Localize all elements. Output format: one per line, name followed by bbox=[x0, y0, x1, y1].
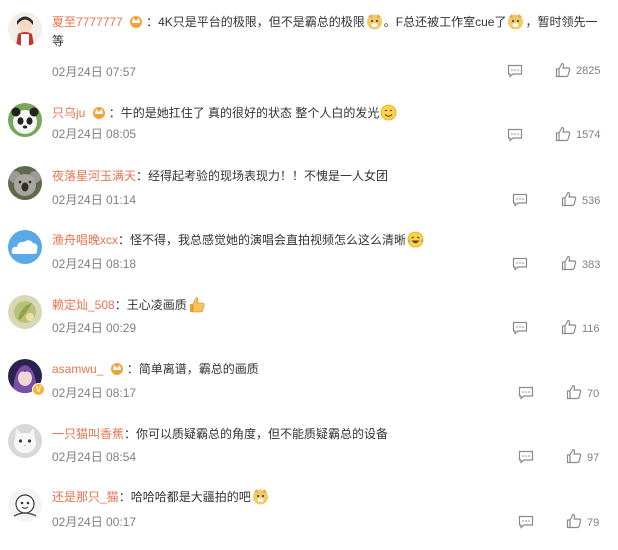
comment-date: 02月24日 08:54 bbox=[52, 450, 137, 464]
comment-username[interactable]: 赖定灿_508 bbox=[52, 298, 115, 312]
like-count: 116 bbox=[582, 323, 600, 335]
user-avatar[interactable] bbox=[8, 12, 42, 46]
comment-body: 经得起考验的现场表现力！！不愧是一人女团 bbox=[148, 169, 389, 183]
separator: ： bbox=[118, 233, 131, 247]
panda-avatar-icon bbox=[8, 103, 42, 137]
comment-date: 02月24日 00:17 bbox=[52, 515, 137, 529]
comment-body: 你可以质疑霸总的角度，但不能质疑霸总的设备 bbox=[136, 427, 389, 441]
user-avatar[interactable] bbox=[8, 424, 42, 458]
comment-date: 02月24日 08:05 bbox=[52, 127, 137, 141]
like-icon[interactable] bbox=[561, 319, 577, 335]
comment-username[interactable]: 夜落星河玉满天 bbox=[52, 169, 136, 183]
comment-text: 一只猫叫香蕉：你可以质疑霸总的角度，但不能质疑霸总的设备 bbox=[52, 425, 608, 444]
comment-date: 02月24日 01:14 bbox=[52, 193, 137, 207]
thumbs-up-emoji-icon bbox=[189, 297, 205, 313]
separator: ： bbox=[136, 169, 149, 183]
separator: ： bbox=[118, 490, 131, 504]
like-icon[interactable] bbox=[555, 126, 571, 142]
comment-body-2: 。F总还被工作室cue了 bbox=[383, 15, 507, 29]
comment-date: 02月24日 08:18 bbox=[52, 257, 137, 271]
comment-text: 只乌ju ：牛的是她扛住了 真的很好的状态 整个人白的发光 bbox=[52, 104, 608, 123]
like-icon[interactable] bbox=[561, 255, 577, 271]
cartoon-avatar-icon bbox=[8, 488, 42, 522]
comment-body: 怪不得，我总感觉她的演唱会直拍视频怎么这么清晰 bbox=[130, 233, 407, 247]
like-icon[interactable] bbox=[561, 191, 577, 207]
verified-badge-icon: V bbox=[32, 383, 45, 396]
cloud-avatar-icon bbox=[8, 230, 42, 264]
comment-text: asamwu_ ：简单离谱，霸总的画质 bbox=[52, 360, 608, 379]
koala-avatar-icon bbox=[8, 166, 42, 200]
comment-username[interactable]: 还是那只_猫 bbox=[52, 490, 119, 504]
comment-reply-icon[interactable] bbox=[507, 64, 523, 78]
user-avatar[interactable] bbox=[8, 488, 42, 522]
comment-reply-icon[interactable] bbox=[518, 515, 534, 529]
comment-body: 哈哈哈都是大疆拍的吧 bbox=[130, 490, 251, 504]
comment-body: 简单离谱，霸总的画质 bbox=[138, 362, 259, 376]
like-count: 97 bbox=[587, 452, 600, 464]
comment-username[interactable]: 渔舟唱晚xcx bbox=[52, 233, 118, 247]
comment-username[interactable]: 只乌ju bbox=[52, 106, 85, 120]
doge-emoji-icon bbox=[366, 14, 382, 30]
separator: ： bbox=[126, 362, 139, 376]
separator: ： bbox=[146, 15, 159, 29]
comment-username[interactable]: 一只猫叫香蕉 bbox=[52, 427, 124, 441]
crown-icon bbox=[110, 363, 123, 375]
comment-date: 02月24日 07:57 bbox=[52, 65, 137, 79]
comment-reply-icon[interactable] bbox=[512, 321, 528, 335]
comment-text: 夏至7777777 ：4K只是平台的极限，但不是霸总的极限 。F总还被工作室cue… bbox=[52, 13, 608, 51]
like-count: 1574 bbox=[576, 129, 601, 141]
separator: ： bbox=[114, 298, 127, 312]
comment-reply-icon[interactable] bbox=[512, 257, 528, 271]
crown-icon bbox=[92, 107, 105, 119]
like-count: 383 bbox=[582, 259, 601, 271]
crown-icon bbox=[130, 16, 143, 28]
comment-body: 王心凌画质 bbox=[126, 298, 187, 312]
like-count: 2825 bbox=[576, 65, 601, 77]
separator: ： bbox=[124, 427, 137, 441]
user-avatar[interactable] bbox=[8, 230, 42, 264]
like-count: 536 bbox=[582, 195, 601, 207]
user-avatar[interactable] bbox=[8, 166, 42, 200]
user-avatar[interactable] bbox=[8, 295, 42, 329]
comment-date: 02月24日 00:29 bbox=[52, 321, 137, 335]
comment-text: 夜落星河玉满天：经得起考验的现场表现力！！不愧是一人女团 bbox=[52, 167, 608, 186]
comment-body: 牛的是她扛住了 真的很好的状态 整个人白的发光 bbox=[120, 106, 380, 120]
comment-text: 还是那只_猫：哈哈哈都是大疆拍的吧 bbox=[52, 488, 608, 507]
smile-emoji-icon bbox=[380, 104, 397, 121]
comment-reply-icon[interactable] bbox=[518, 386, 534, 400]
cat-avatar-icon bbox=[8, 424, 42, 458]
like-icon[interactable] bbox=[566, 384, 582, 400]
user-avatar[interactable] bbox=[8, 103, 42, 137]
like-icon[interactable] bbox=[566, 448, 582, 464]
comment-username[interactable]: asamwu_ bbox=[52, 362, 103, 376]
plant-avatar-icon bbox=[8, 295, 42, 329]
like-count: 70 bbox=[587, 388, 600, 400]
laugh-cry-emoji-icon bbox=[407, 231, 424, 248]
comment-reply-icon[interactable] bbox=[512, 193, 528, 207]
comment-text: 赖定灿_508：王心凌画质 bbox=[52, 296, 608, 315]
like-icon[interactable] bbox=[566, 513, 582, 529]
like-icon[interactable] bbox=[555, 62, 571, 78]
comment-body: 4K只是平台的极限，但不是霸总的极限 bbox=[158, 15, 365, 29]
like-count: 79 bbox=[587, 517, 600, 529]
girl-avatar-icon bbox=[8, 12, 42, 46]
doge-emoji-icon bbox=[252, 489, 268, 505]
separator: ： bbox=[108, 106, 121, 120]
doge-emoji-icon bbox=[508, 14, 524, 30]
comment-text: 渔舟唱晚xcx：怪不得，我总感觉她的演唱会直拍视频怎么这么清晰 bbox=[52, 231, 608, 250]
comment-reply-icon[interactable] bbox=[507, 128, 523, 142]
comment-username[interactable]: 夏至7777777 bbox=[52, 15, 123, 29]
comment-date: 02月24日 08:17 bbox=[52, 386, 137, 400]
comment-reply-icon[interactable] bbox=[518, 450, 534, 464]
